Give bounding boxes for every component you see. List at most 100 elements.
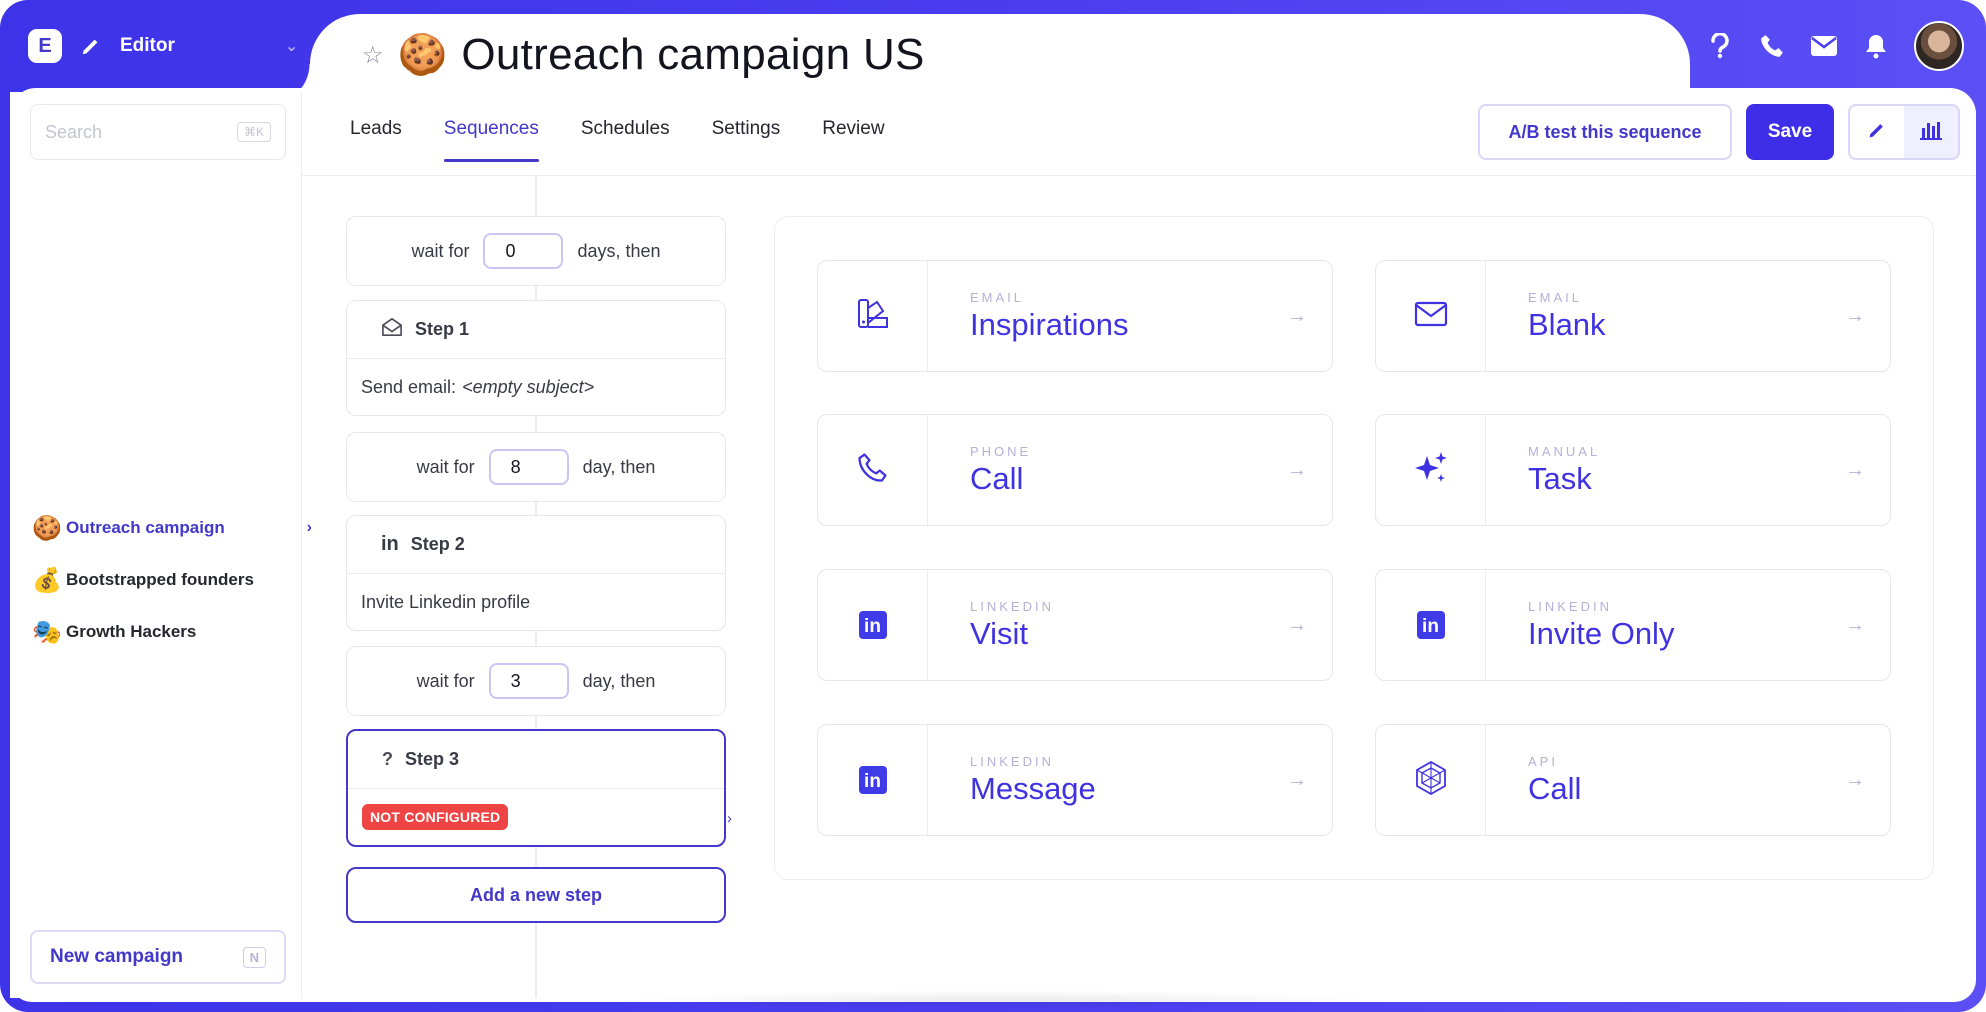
option-text: EMAIL Inspirations [928, 261, 1262, 371]
new-campaign-shortcut: N [242, 946, 266, 968]
tab-sequences[interactable]: Sequences [443, 118, 539, 162]
wait-suffix: days, then [577, 240, 661, 261]
edit-view-button[interactable] [1850, 106, 1904, 158]
campaign-emoji: 🎭 [32, 618, 62, 646]
sequence-step[interactable]: in Step 2 Invite Linkedin profile [346, 515, 726, 631]
add-step-button[interactable]: Add a new step [346, 867, 726, 923]
search-placeholder: Search [45, 121, 103, 142]
wait-days-input[interactable]: 3 [488, 663, 569, 699]
palette-icon [856, 297, 890, 336]
wait-prefix: wait for [416, 670, 475, 691]
step-header: ? Step 3 [348, 731, 724, 789]
view-toggle [1848, 104, 1960, 160]
step-description: Invite Linkedin profile [361, 591, 531, 612]
step-option[interactable]: in LINKEDIN Visit → [817, 569, 1333, 681]
chevron-right-icon: › [306, 519, 312, 536]
arrow-right-icon: → [1287, 458, 1307, 481]
step-subject: <empty subject> [462, 376, 595, 397]
icon-cell [818, 261, 928, 371]
arrow-right-icon: → [1845, 768, 1865, 791]
campaign-item[interactable]: 🍪 Outreach campaign › [32, 502, 312, 554]
option-name: Visit [970, 615, 1029, 651]
wait-suffix: day, then [582, 670, 656, 691]
step-label: Step 3 [405, 749, 460, 769]
option-text: EMAIL Blank [1486, 261, 1820, 371]
wait-delay: wait for 8 day, then [346, 432, 726, 502]
icon-cell: in [818, 570, 928, 680]
pencil-icon [80, 33, 106, 59]
chevron-right-icon: › [727, 810, 732, 827]
step-option[interactable]: in LINKEDIN Message → [817, 724, 1333, 836]
campaign-item[interactable]: 🎭 Growth Hackers [32, 606, 302, 658]
campaign-item[interactable]: 💰 Bootstrapped founders [32, 554, 302, 606]
icon-cell [1376, 415, 1486, 525]
tabs-divider [302, 175, 1976, 176]
wait-delay: wait for 0 days, then [346, 216, 726, 286]
top-actions [1686, 0, 1986, 92]
option-text: LINKEDIN Visit [928, 570, 1262, 680]
sparkles-icon [1413, 450, 1449, 491]
mail-icon[interactable] [1810, 32, 1838, 60]
tab-review[interactable]: Review [822, 118, 884, 162]
stats-view-button[interactable] [1904, 106, 1958, 158]
icon-cell: in [818, 725, 928, 835]
step-option[interactable]: in LINKEDIN Invite Only → [1375, 569, 1891, 681]
chevron-down-icon: ⌄ [284, 38, 299, 55]
wait-prefix: wait for [416, 456, 475, 477]
option-category: PHONE [970, 443, 1032, 459]
campaign-emoji: 🍪 [397, 33, 448, 77]
page-title: Outreach campaign US [461, 30, 925, 79]
option-category: MANUAL [1528, 443, 1601, 459]
option-name: Call [970, 460, 1024, 496]
tab-settings[interactable]: Settings [712, 118, 781, 162]
sequence-step[interactable]: Step 1 Send email: <empty subject> [346, 300, 726, 416]
status-badge: NOT CONFIGURED [362, 804, 509, 830]
option-text: LINKEDIN Message [928, 725, 1262, 835]
option-category: LINKEDIN [1528, 598, 1612, 614]
step-option[interactable]: EMAIL Blank → [1375, 260, 1891, 372]
arrow-right-icon: → [1845, 613, 1865, 636]
step-option[interactable]: MANUAL Task → [1375, 414, 1891, 526]
phone-icon[interactable] [1758, 32, 1786, 60]
title-row: ☆ 🍪 Outreach campaign US [362, 30, 925, 80]
tab-leads[interactable]: Leads [350, 118, 402, 162]
arrow-right-icon: → [1845, 458, 1865, 481]
avatar[interactable] [1914, 21, 1964, 71]
tab-schedules[interactable]: Schedules [581, 118, 670, 162]
arrow-right-icon: → [1287, 768, 1307, 791]
sidebar: Search ⌘K 🍪 Outreach campaign › 💰 Bootst… [10, 92, 312, 998]
option-name: Call [1528, 770, 1582, 806]
step-option[interactable]: API Call → [1375, 724, 1891, 836]
star-icon[interactable]: ☆ [362, 41, 384, 70]
step-option[interactable]: PHONE Call → [817, 414, 1333, 526]
option-name: Blank [1528, 306, 1606, 342]
option-category: API [1528, 753, 1558, 769]
linkedin-icon: in [1416, 611, 1445, 639]
step-label: Step 2 [410, 534, 465, 554]
sequence-step[interactable]: ? Step 3 NOT CONFIGURED › [346, 729, 732, 847]
bottom-shadow [620, 990, 1380, 1010]
help-icon[interactable] [1706, 32, 1734, 60]
icon-cell [818, 415, 928, 525]
campaign-label: Bootstrapped founders [66, 570, 254, 589]
option-category: EMAIL [970, 289, 1025, 305]
bell-icon[interactable] [1862, 32, 1890, 60]
wait-days-input[interactable]: 8 [488, 449, 569, 485]
search-shortcut: ⌘K [236, 122, 271, 142]
option-text: MANUAL Task [1486, 415, 1820, 525]
ab-test-button[interactable]: A/B test this sequence [1478, 104, 1732, 160]
search-input[interactable]: Search ⌘K [30, 104, 286, 160]
wait-suffix: day, then [582, 456, 656, 477]
step-option[interactable]: EMAIL Inspirations → [817, 260, 1333, 372]
save-button[interactable]: Save [1746, 104, 1834, 160]
step-body: Send email: <empty subject> [347, 359, 725, 415]
mail-open-icon [381, 317, 403, 342]
new-campaign-button[interactable]: New campaign N [30, 930, 286, 984]
campaign-tabs: Leads Sequences Schedules Settings Revie… [350, 118, 885, 162]
question-icon: ? [382, 749, 393, 769]
wait-days-input[interactable]: 0 [483, 233, 564, 269]
icon-cell [1376, 261, 1486, 371]
option-text: PHONE Call [928, 415, 1262, 525]
option-text: LINKEDIN Invite Only [1486, 570, 1820, 680]
campaign-label: Growth Hackers [66, 622, 197, 641]
